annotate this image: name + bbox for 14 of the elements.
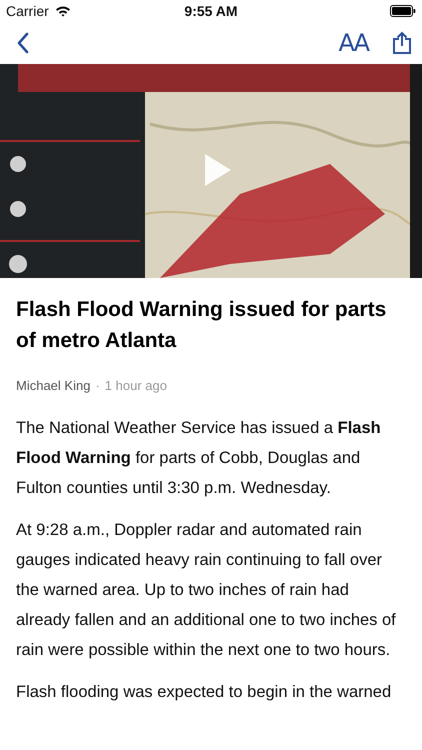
- publish-time: 1 hour ago: [104, 378, 167, 393]
- battery-icon: [390, 5, 416, 17]
- carrier-name: Carrier: [6, 3, 49, 19]
- separator-dot: ·: [95, 378, 100, 393]
- clock-time: 9:55 AM: [184, 3, 238, 19]
- share-icon: [392, 31, 412, 55]
- wifi-icon: [54, 5, 71, 17]
- chevron-left-icon: [16, 32, 30, 54]
- text-size-button[interactable]: AA: [332, 27, 374, 59]
- body-paragraph: Flash flooding was expected to begin in the warned: [16, 682, 392, 703]
- article-title: Flash Flood Warning issued for parts of metro Atlanta: [16, 297, 388, 354]
- body-paragraph: At 9:28 a.m., Doppler radar and automated rain gauges indicated heavy rain continuing to fall over the warned area. Up to two inches of rain had already fallen and an additional one to two inches of rain were possible within the next one to two hours.: [16, 520, 397, 661]
- author-name: Michael King: [16, 378, 90, 393]
- body-paragraph: The National Weather Service has issued a Flash Flood Warning for parts of Cobb, Douglas and Fulton counties until 3:30 p.m. Wednesday.: [16, 418, 382, 499]
